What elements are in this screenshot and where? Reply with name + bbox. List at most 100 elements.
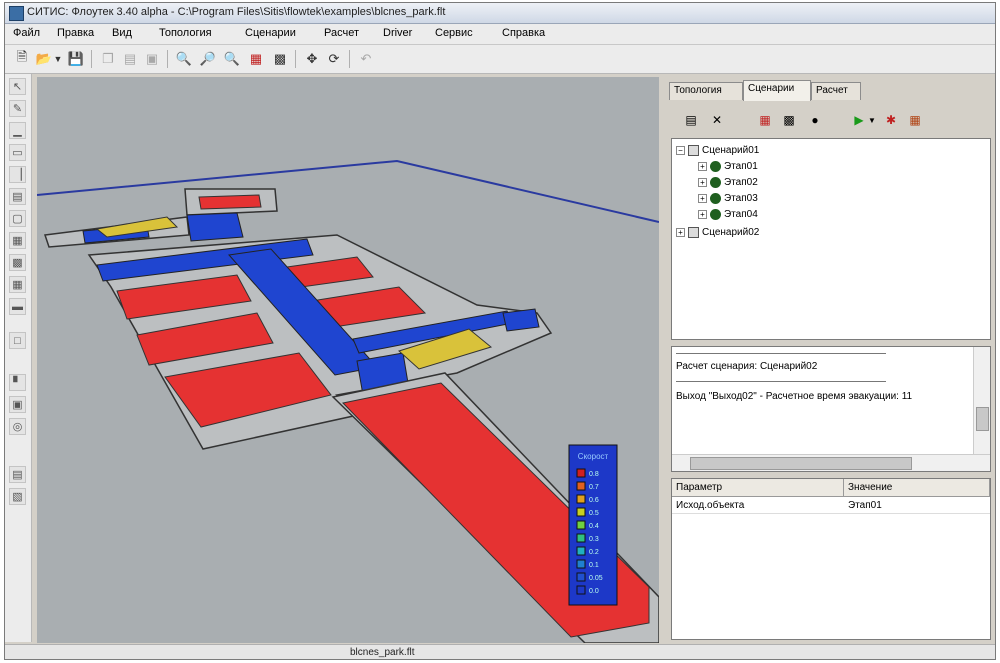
- 3d-viewport[interactable]: Скорост 0.8 0.7 0.6 0.5 0.4 0.3 0.2 0.1 0.05 0.0: [37, 77, 659, 643]
- expand-icon[interactable]: +: [698, 193, 707, 203]
- tree-item-stage[interactable]: + Этап03: [698, 191, 758, 205]
- legend-label: 0.2: [589, 549, 599, 556]
- vertex-icon[interactable]: □: [9, 332, 26, 349]
- menu-file[interactable]: Файл: [13, 27, 40, 39]
- stairs-icon[interactable]: ▕: [9, 166, 26, 183]
- stage-icon: [710, 160, 721, 172]
- horizontal-scrollbar[interactable]: [672, 454, 990, 471]
- menu-scenarios[interactable]: Сценарии: [245, 27, 296, 39]
- dropdown-arrow-icon[interactable]: ▼: [53, 50, 63, 68]
- measure-icon[interactable]: ▬: [9, 298, 26, 315]
- tree-item-stage[interactable]: + Этап02: [698, 175, 758, 189]
- link-icon[interactable]: ▣: [9, 396, 26, 413]
- legend-label: 0.4: [589, 523, 599, 530]
- main-toolbar: 🗎 📂 ▼ 💾 ❐ ▤ ▣ 🔍 🔎 🔍 ▦ ▩ ✥ ⟳ ↶: [5, 45, 995, 74]
- legend-label: 0.05: [589, 575, 603, 582]
- export-icon[interactable]: ▤: [9, 466, 26, 483]
- app-window: СИТИС: Флоутек 3.40 alpha - C:\Program F…: [4, 2, 996, 660]
- stage-icon[interactable]: ▦: [755, 110, 775, 130]
- tree-item-scenario[interactable]: − Сценарий01: [676, 143, 759, 157]
- menu-calc[interactable]: Расчет: [324, 27, 359, 39]
- print-icon[interactable]: ▣: [143, 50, 161, 68]
- collapse-icon[interactable]: −: [676, 145, 685, 155]
- menu-help[interactable]: Справка: [502, 27, 545, 39]
- scrollbar-thumb[interactable]: [976, 407, 989, 431]
- copy-icon[interactable]: ❐: [99, 50, 117, 68]
- settings-icon[interactable]: ✱: [881, 110, 901, 130]
- property-value[interactable]: Этап01: [844, 497, 990, 514]
- door-icon[interactable]: ▭: [9, 144, 26, 161]
- legend-swatch: [576, 507, 586, 517]
- zoom-in-icon[interactable]: 🔍: [175, 50, 193, 68]
- menu-topology[interactable]: Топология: [159, 27, 212, 39]
- import-icon[interactable]: ▧: [9, 488, 26, 505]
- toolbar-separator: [167, 50, 168, 68]
- menu-driver[interactable]: Driver: [383, 27, 412, 39]
- tree-item-stage[interactable]: + Этап01: [698, 159, 758, 173]
- room-icon[interactable]: ▢: [9, 210, 26, 227]
- zoom-fit-icon[interactable]: 🔍: [223, 50, 241, 68]
- scenario-tree[interactable]: − Сценарий01 + Этап01 + Этап02 + Этап03 …: [671, 138, 991, 340]
- expand-icon[interactable]: +: [698, 177, 707, 187]
- pencil-icon[interactable]: ✎: [9, 100, 26, 117]
- expand-icon[interactable]: +: [698, 209, 707, 219]
- column-header-value[interactable]: Значение: [844, 479, 990, 497]
- run-icon[interactable]: ▶: [849, 110, 869, 130]
- vertical-scrollbar[interactable]: [973, 347, 990, 455]
- delete-icon[interactable]: ✕: [707, 110, 727, 130]
- menu-edit[interactable]: Правка: [57, 27, 94, 39]
- legend-label: 0.7: [589, 484, 599, 491]
- open-folder-icon[interactable]: 📂: [35, 50, 53, 68]
- tree-item-stage[interactable]: + Этап04: [698, 207, 758, 221]
- box-3d-icon[interactable]: ▩: [271, 50, 289, 68]
- tree-item-scenario[interactable]: + Сценарий02: [676, 225, 759, 239]
- save-icon[interactable]: 💾: [67, 50, 85, 68]
- menu-bar: Файл Правка Вид Топология Сценарии Расче…: [5, 24, 995, 45]
- legend-swatch: [576, 481, 586, 491]
- expand-icon[interactable]: +: [676, 227, 685, 237]
- window-title: СИТИС: Флоутек 3.40 alpha - C:\Program F…: [27, 6, 446, 18]
- room: [198, 194, 262, 210]
- people-icon[interactable]: ▩: [779, 110, 799, 130]
- report-icon[interactable]: ▦: [905, 110, 925, 130]
- title-bar: СИТИС: Флоутек 3.40 alpha - C:\Program F…: [5, 3, 995, 24]
- sensor-icon[interactable]: ◎: [9, 418, 26, 435]
- zoom-out-icon[interactable]: 🔎: [199, 50, 217, 68]
- tree-item-label: Этап02: [724, 176, 758, 188]
- app-icon: [9, 6, 24, 21]
- level-icon[interactable]: ▦: [9, 232, 26, 249]
- toolbar-separator: [295, 50, 296, 68]
- wall-icon[interactable]: ▁: [9, 122, 26, 139]
- expand-icon[interactable]: +: [698, 161, 707, 171]
- window-icon[interactable]: ▤: [9, 188, 26, 205]
- layer-icon[interactable]: ▩: [9, 254, 26, 271]
- property-name: Исход.объекта: [672, 497, 844, 514]
- menu-view[interactable]: Вид: [112, 27, 132, 39]
- zoom-select-icon[interactable]: ▦: [247, 50, 265, 68]
- rotate-icon[interactable]: ⟳: [325, 50, 343, 68]
- add-scenario-icon[interactable]: ▤: [681, 110, 701, 130]
- paste-icon[interactable]: ▤: [121, 50, 139, 68]
- site-boundary-line: [37, 159, 659, 223]
- grid-icon[interactable]: ▦: [9, 276, 26, 293]
- edge-icon[interactable]: ▘: [9, 374, 26, 391]
- legend-label: 0.1: [589, 562, 599, 569]
- record-icon[interactable]: ●: [805, 110, 825, 130]
- corridor: [186, 212, 244, 242]
- column-header-parameter[interactable]: Параметр: [672, 479, 844, 497]
- scenario-icon: [688, 144, 699, 156]
- menu-service[interactable]: Сервис: [435, 27, 473, 39]
- undo-icon[interactable]: ↶: [357, 50, 375, 68]
- pointer-icon[interactable]: ↖: [9, 78, 26, 95]
- status-bar: blcnes_park.flt: [5, 644, 995, 659]
- tab-topology[interactable]: Топология: [669, 82, 743, 100]
- calc-log: Расчет сценария: Сценарий02 Выход "Выход…: [671, 346, 991, 472]
- tab-calc[interactable]: Расчет: [811, 82, 861, 100]
- tab-scenarios[interactable]: Сценарии: [743, 80, 811, 101]
- tree-item-label: Этап04: [724, 208, 758, 220]
- legend-label: 0.3: [589, 536, 599, 543]
- pan-icon[interactable]: ✥: [303, 50, 321, 68]
- scrollbar-thumb[interactable]: [690, 457, 912, 470]
- run-dropdown-icon[interactable]: ▼: [867, 110, 877, 130]
- new-file-icon[interactable]: 🗎: [13, 49, 31, 68]
